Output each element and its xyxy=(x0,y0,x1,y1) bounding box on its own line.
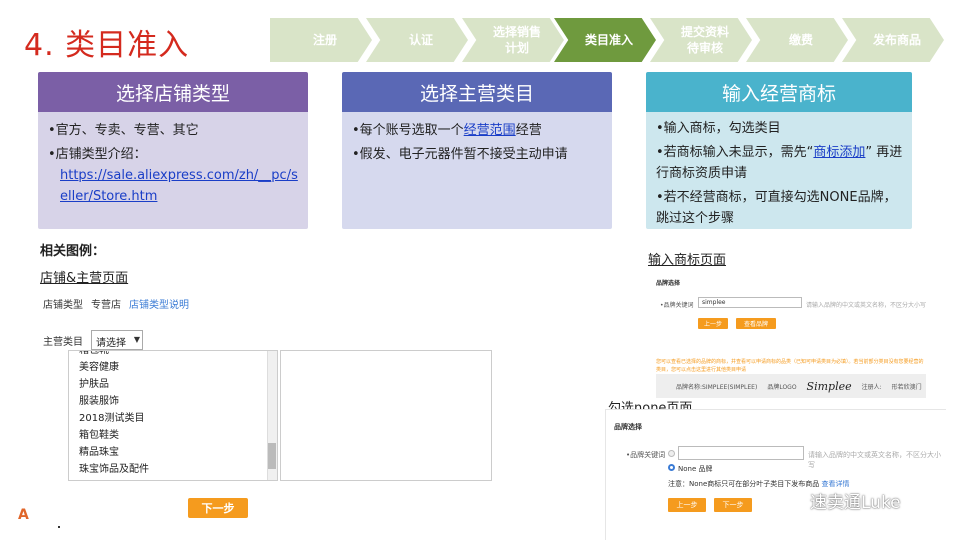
subcategory-list[interactable] xyxy=(280,350,492,481)
chevron-down-icon: ▼ xyxy=(133,335,140,344)
prev-button[interactable]: 上一步 xyxy=(698,318,728,329)
step-category-access: 类目准入 xyxy=(554,18,656,62)
card-main-category: 选择主营类目 •每个账号选取一个经营范围经营 •假发、电子元器件暂不接受主动申请 xyxy=(342,72,612,229)
panel-title: 品牌选择 xyxy=(614,423,642,431)
wechat-icon xyxy=(778,491,804,509)
dot-mark xyxy=(58,526,60,528)
list-item[interactable]: 珠宝饰品及配件 xyxy=(69,461,277,478)
scrollbar[interactable] xyxy=(267,351,277,480)
none-brand-label: None 品牌 xyxy=(678,465,713,473)
list-item[interactable]: 2018测试类目 xyxy=(69,410,277,427)
step-submit-review: 提交资料待审核 xyxy=(650,18,752,62)
category-list[interactable]: 箱包靴 美容健康 护肤品 服装服饰 2018测试类目 箱包鞋类 精品珠宝 珠宝饰… xyxy=(68,350,278,481)
main-category-label: 主营类目 xyxy=(43,337,83,348)
list-item[interactable]: 箱包鞋类 xyxy=(69,427,277,444)
card-title: 输入经营商标 xyxy=(646,72,912,112)
list-item[interactable]: 服装服饰 xyxy=(69,393,277,410)
step-sales-plan: 选择销售计划 xyxy=(462,18,564,62)
store-type-url-link[interactable]: https://sale.aliexpress.com/zh/__pc/sell… xyxy=(60,168,298,204)
list-item[interactable]: 精品珠宝 xyxy=(69,444,277,461)
panel-title: 品牌选择 xyxy=(656,280,681,287)
step-publish: 发布商品 xyxy=(842,18,944,62)
input-hint: 请输入品牌的中文或英文名称，不区分大小写 xyxy=(806,302,927,309)
store-type-help-link[interactable]: 店铺类型说明 xyxy=(129,300,189,311)
business-scope-link[interactable]: 经营范围 xyxy=(464,123,516,138)
card-bullet: •每个账号选取一个经营范围经营 xyxy=(352,123,542,138)
none-brand-radio[interactable] xyxy=(668,464,675,471)
view-brand-button[interactable]: 查看品牌 xyxy=(736,318,776,329)
brand-section-heading: 输入商标页面 xyxy=(648,253,727,268)
warning-text: 您可以查看已选择的品牌的商标，并查看可以申请商标的品类（已知可申请类目为必填）。… xyxy=(656,359,924,373)
page-title: 4. 类目准入 xyxy=(24,28,190,63)
brand-logo: Simplee xyxy=(806,379,852,393)
card-bullet: •若商标输入未显示，需先“商标添加” 再进行商标资质申请 xyxy=(656,145,903,181)
card-title: 选择店铺类型 xyxy=(38,72,308,112)
watermark: 速卖通Luke xyxy=(778,488,901,513)
radio-button[interactable] xyxy=(668,450,675,457)
store-type-value: 专营店 xyxy=(91,300,121,311)
card-bullet: •假发、电子元器件暂不接受主动申请 xyxy=(352,147,568,162)
input-hint: 请输入品牌的中文或英文名称，不区分大小写 xyxy=(808,451,941,469)
related-examples-label: 相关图例： xyxy=(40,244,106,259)
list-item[interactable]: 箱包靴 xyxy=(69,351,277,359)
list-item[interactable]: 美容健康 xyxy=(69,359,277,376)
brand-logo-fragment: A xyxy=(18,507,29,523)
add-trademark-link[interactable]: 商标添加 xyxy=(813,145,865,160)
next-button[interactable]: 下一步 xyxy=(714,498,752,512)
none-brand-screenshot: 品牌选择 •品牌关键词 请输入品牌的中文或英文名称，不区分大小写 None 品牌… xyxy=(605,409,946,540)
step-payment: 缴费 xyxy=(746,18,848,62)
step-verify: 认证 xyxy=(366,18,468,62)
card-title: 选择主营类目 xyxy=(342,72,612,112)
step-register: 注册 xyxy=(270,18,372,62)
next-button[interactable]: 下一步 xyxy=(188,498,248,518)
card-brand: 输入经营商标 •输入商标，勾选类目 •若商标输入未显示，需先“商标添加” 再进行… xyxy=(646,72,912,229)
card-bullet: •官方、专卖、专营、其它 xyxy=(48,123,199,138)
brand-keyword-input[interactable] xyxy=(678,446,804,460)
brand-input-screenshot: 品牌选择 •品牌关键词 simplee 请输入品牌的中文或英文名称，不区分大小写… xyxy=(650,270,928,404)
brand-keyword-label: •品牌关键词 xyxy=(626,451,666,459)
brand-keyword-label: •品牌关键词 xyxy=(660,302,694,309)
brand-result-row[interactable]: 品牌名称:SIMPLEE(SIMPLEE) 品牌LOGO Simplee 注册人… xyxy=(656,374,926,398)
card-bullet: •店铺类型介绍： xyxy=(48,147,147,162)
view-details-link[interactable]: 查看详情 xyxy=(822,480,850,488)
card-store-type: 选择店铺类型 •官方、专卖、专营、其它 •店铺类型介绍： https://sal… xyxy=(38,72,308,229)
progress-steps: 注册 认证 选择销售计划 类目准入 提交资料待审核 缴费 发布商品 xyxy=(270,18,950,62)
card-bullet: •输入商标，勾选类目 xyxy=(656,121,781,136)
store-section-heading: 店铺&主营页面 xyxy=(40,271,129,286)
brand-keyword-input[interactable]: simplee xyxy=(698,297,802,308)
card-bullet: •若不经营商标，可直接勾选NONE品牌，跳过这个步骤 xyxy=(656,190,897,226)
store-type-row: 店铺类型 专营店 店铺类型说明 xyxy=(43,300,189,311)
prev-button[interactable]: 上一步 xyxy=(668,498,706,512)
list-item[interactable]: 护肤品 xyxy=(69,376,277,393)
scrollbar-thumb[interactable] xyxy=(268,443,276,469)
main-category-select[interactable]: 请选择 ▼ xyxy=(91,330,143,350)
